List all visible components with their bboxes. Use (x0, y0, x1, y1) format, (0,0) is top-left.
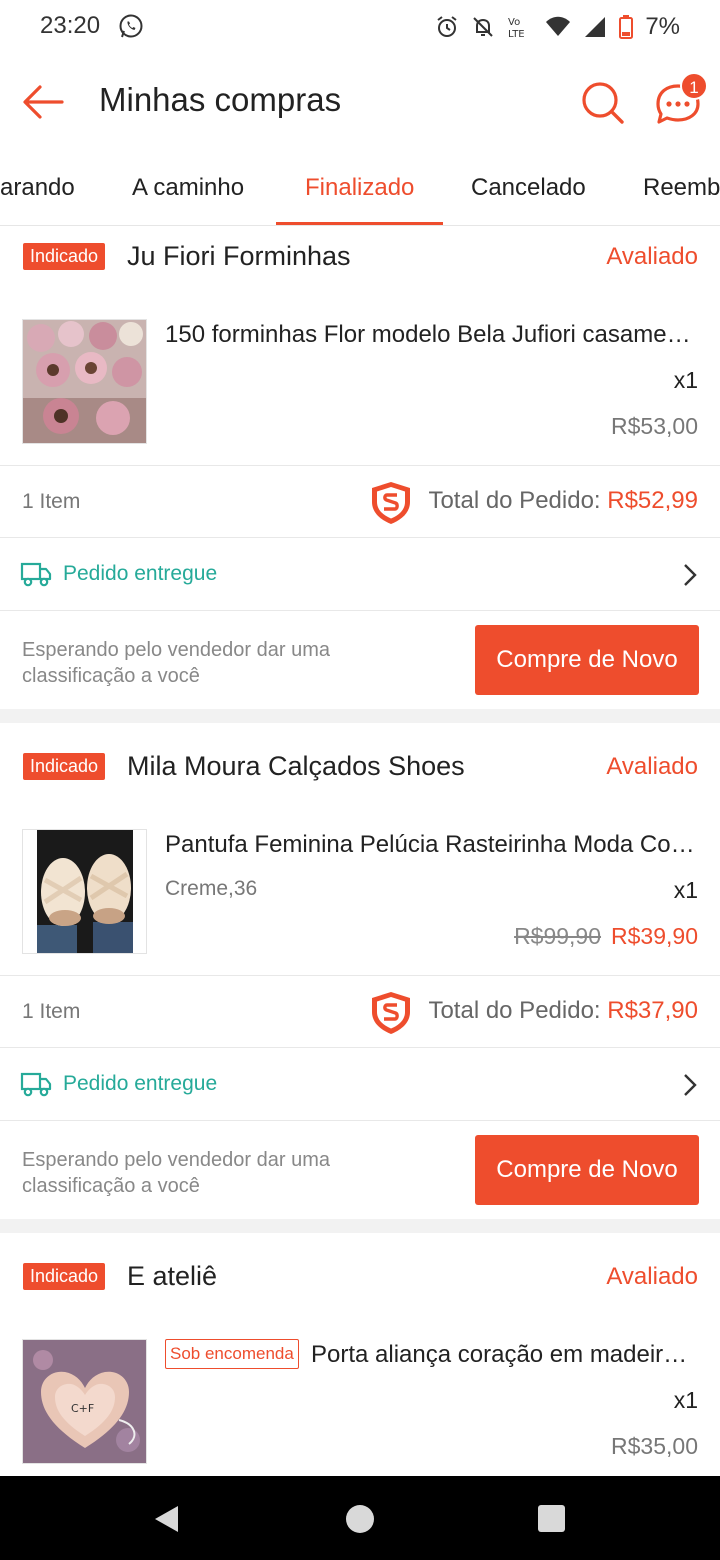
shop-name[interactable]: E ateliê (127, 1261, 217, 1292)
recommended-badge: Indicado (23, 753, 106, 780)
app-header: Minhas compras 1 (0, 54, 720, 154)
nav-home-icon[interactable] (346, 1505, 374, 1533)
order-status-tabs: arando A caminho Finalizado Cancelado Re… (0, 154, 720, 226)
order-total: Total do Pedido: R$52,99 (428, 487, 698, 515)
chat-unread-badge: 1 (680, 72, 708, 100)
active-tab-indicator (276, 222, 443, 225)
product-name: 150 forminhas Flor modelo Bela Jufiori c… (165, 321, 691, 348)
price-value: R$35,00 (611, 1433, 698, 1459)
order-total: Total do Pedido: R$37,90 (428, 997, 698, 1025)
search-icon[interactable] (578, 78, 626, 126)
total-label: Total do Pedido: (428, 997, 608, 1024)
status-time: 23:20 (40, 12, 101, 39)
status-bar: 23:20 Vo LTE 7% (0, 0, 720, 54)
shop-row[interactable]: Indicado Ju Fiori Forminhas Avaliado (0, 227, 720, 287)
notifications-off-icon (473, 17, 494, 37)
product-row[interactable]: Pantufa Feminina Pelúcia Rasteirinha Mod… (0, 827, 720, 977)
delivery-status-row[interactable]: Pedido entregue (0, 538, 720, 610)
order-action-row: Esperando pelo vendedor dar uma classifi… (0, 611, 720, 709)
tab-on-the-way[interactable]: A caminho (132, 174, 244, 202)
tab-preparing[interactable]: arando (0, 174, 75, 202)
product-thumbnail (22, 829, 147, 954)
recommended-badge: Indicado (23, 1263, 106, 1290)
product-thumbnail: C+F (22, 1339, 147, 1464)
cellular-signal-icon (585, 17, 606, 37)
order-action-row: Esperando pelo vendedor dar uma classifi… (0, 1121, 720, 1219)
tab-cancelled[interactable]: Cancelado (471, 174, 586, 202)
item-count: 1 Item (22, 1000, 81, 1023)
rating-wait-text: Esperando pelo vendedor dar uma classifi… (22, 1149, 330, 1197)
buy-again-button[interactable]: Compre de Novo (475, 625, 699, 695)
delivery-status: Pedido entregue (63, 1072, 218, 1095)
order-status: Avaliado (606, 1263, 698, 1290)
shopee-guarantee-shield-icon (372, 482, 410, 524)
shop-name[interactable]: Mila Moura Calçados Shoes (127, 751, 465, 782)
delivery-truck-icon (20, 562, 52, 587)
product-variant: Creme,36 (165, 877, 258, 900)
product-price: R$35,00 (611, 1433, 698, 1460)
original-price: R$99,90 (514, 923, 602, 949)
nav-back-icon[interactable] (152, 1504, 182, 1534)
system-navigation-bar (0, 1476, 720, 1560)
whatsapp-icon (119, 14, 143, 38)
order-total-row: 1 Item Total do Pedido: R$37,90 (0, 976, 720, 1048)
battery-percentage: 7% (645, 13, 680, 40)
shop-row[interactable]: Indicado Mila Moura Calçados Shoes Avali… (0, 737, 720, 797)
delivery-status: Pedido entregue (63, 562, 218, 585)
total-value: R$37,90 (607, 997, 698, 1024)
product-row[interactable]: C+F Sob encomenda Porta aliança coração … (0, 1337, 720, 1476)
order-total-row: 1 Item Total do Pedido: R$52,99 (0, 466, 720, 538)
product-row[interactable]: 150 forminhas Flor modelo Bela Jufiori c… (0, 317, 720, 467)
svg-text:Vo: Vo (508, 17, 520, 28)
volte-icon: Vo LTE (508, 17, 525, 40)
product-thumbnail (22, 319, 147, 444)
recommended-badge: Indicado (23, 243, 106, 270)
wifi-icon (546, 16, 571, 36)
svg-text:C+F: C+F (71, 1402, 94, 1415)
item-count: 1 Item (22, 490, 81, 513)
product-name: Pantufa Feminina Pelúcia Rasteirinha Mod… (165, 831, 695, 858)
page-title: Minhas compras (99, 81, 342, 118)
price-value: R$39,90 (611, 923, 698, 949)
card-separator (0, 709, 720, 723)
back-arrow-icon[interactable] (20, 80, 68, 124)
alarm-icon (437, 16, 457, 37)
card-separator (0, 1219, 720, 1233)
delivery-truck-icon (20, 1072, 52, 1097)
svg-text:LTE: LTE (508, 29, 525, 40)
nav-recents-icon[interactable] (538, 1505, 565, 1532)
product-quantity: x1 (673, 877, 698, 903)
delivery-status-row[interactable]: Pedido entregue (0, 1048, 720, 1120)
rating-wait-text: Esperando pelo vendedor dar uma classifi… (22, 639, 330, 687)
product-quantity: x1 (673, 1387, 698, 1413)
order-status: Avaliado (606, 243, 698, 270)
order-card[interactable]: Indicado E ateliê Avaliado C+F Sob encom… (0, 1247, 720, 1476)
product-price: R$53,00 (611, 413, 698, 440)
order-card[interactable]: Indicado Ju Fiori Forminhas Avaliado 150… (0, 227, 720, 709)
tab-completed[interactable]: Finalizado (305, 174, 414, 202)
order-status: Avaliado (606, 753, 698, 780)
shop-row[interactable]: Indicado E ateliê Avaliado (0, 1247, 720, 1307)
chevron-right-icon (684, 564, 697, 586)
tab-refund[interactable]: Reemb (643, 174, 720, 202)
price-value: R$53,00 (611, 413, 698, 439)
buy-again-button[interactable]: Compre de Novo (475, 1135, 699, 1205)
order-card[interactable]: Indicado Mila Moura Calçados Shoes Avali… (0, 737, 720, 1219)
shop-name[interactable]: Ju Fiori Forminhas (127, 241, 351, 272)
shopee-guarantee-shield-icon (372, 992, 410, 1034)
product-quantity: x1 (673, 367, 698, 393)
made-to-order-badge: Sob encomenda (165, 1339, 299, 1369)
battery-low-icon (619, 15, 634, 39)
product-price: R$99,90 R$39,90 (514, 923, 698, 950)
total-value: R$52,99 (607, 487, 698, 514)
product-name: Porta aliança coração em madeir… (311, 1341, 688, 1368)
total-label: Total do Pedido: (428, 487, 608, 514)
chevron-right-icon (684, 1074, 697, 1096)
